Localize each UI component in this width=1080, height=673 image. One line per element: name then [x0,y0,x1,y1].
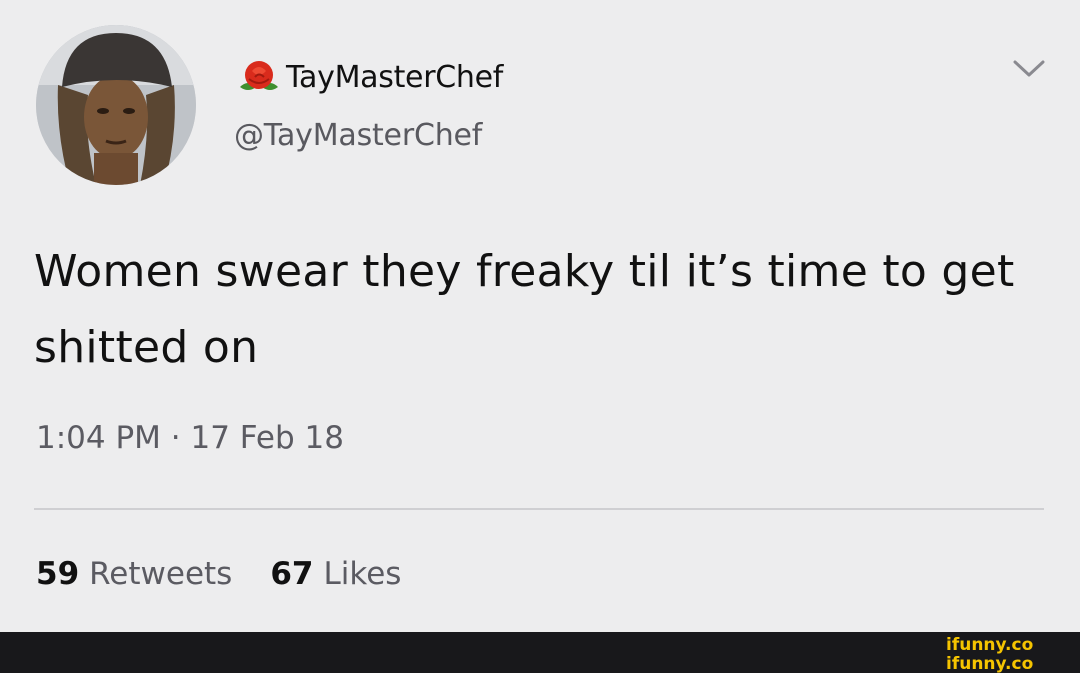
likes-label: Likes [323,556,402,592]
tweet-timestamp[interactable]: 1:04 PM · 17 Feb 18 [36,420,344,456]
likes-stat[interactable]: 67 Likes [270,556,401,592]
divider [34,508,1044,510]
chevron-down-icon[interactable] [1012,58,1046,80]
svg-text:ifunny.co: ifunny.co [946,635,1033,655]
rose-icon [234,57,284,97]
tweet-text: Women swear they freaky til it’s time to… [34,246,1015,373]
user-handle[interactable]: @TayMasterChef [234,118,482,153]
tweet-stats: 59 Retweets 67 Likes [36,556,401,592]
tweet-screenshot: TayMasterChef @TayMasterChef Women swear… [0,0,1080,673]
author-name-row: TayMasterChef [234,56,503,98]
ifunny-watermark: ifunny.co ifunny.co [942,632,1072,673]
tweet-card: TayMasterChef @TayMasterChef Women swear… [0,0,1080,632]
svg-text:ifunny.co: ifunny.co [946,654,1033,673]
avatar[interactable] [36,25,196,185]
display-name[interactable]: TayMasterChef [286,60,503,95]
likes-count: 67 [270,556,314,592]
footer-bar: ifunny.co ifunny.co [0,632,1080,673]
retweets-count: 59 [36,556,80,592]
retweets-label: Retweets [89,556,233,592]
retweets-stat[interactable]: 59 Retweets [36,556,232,592]
